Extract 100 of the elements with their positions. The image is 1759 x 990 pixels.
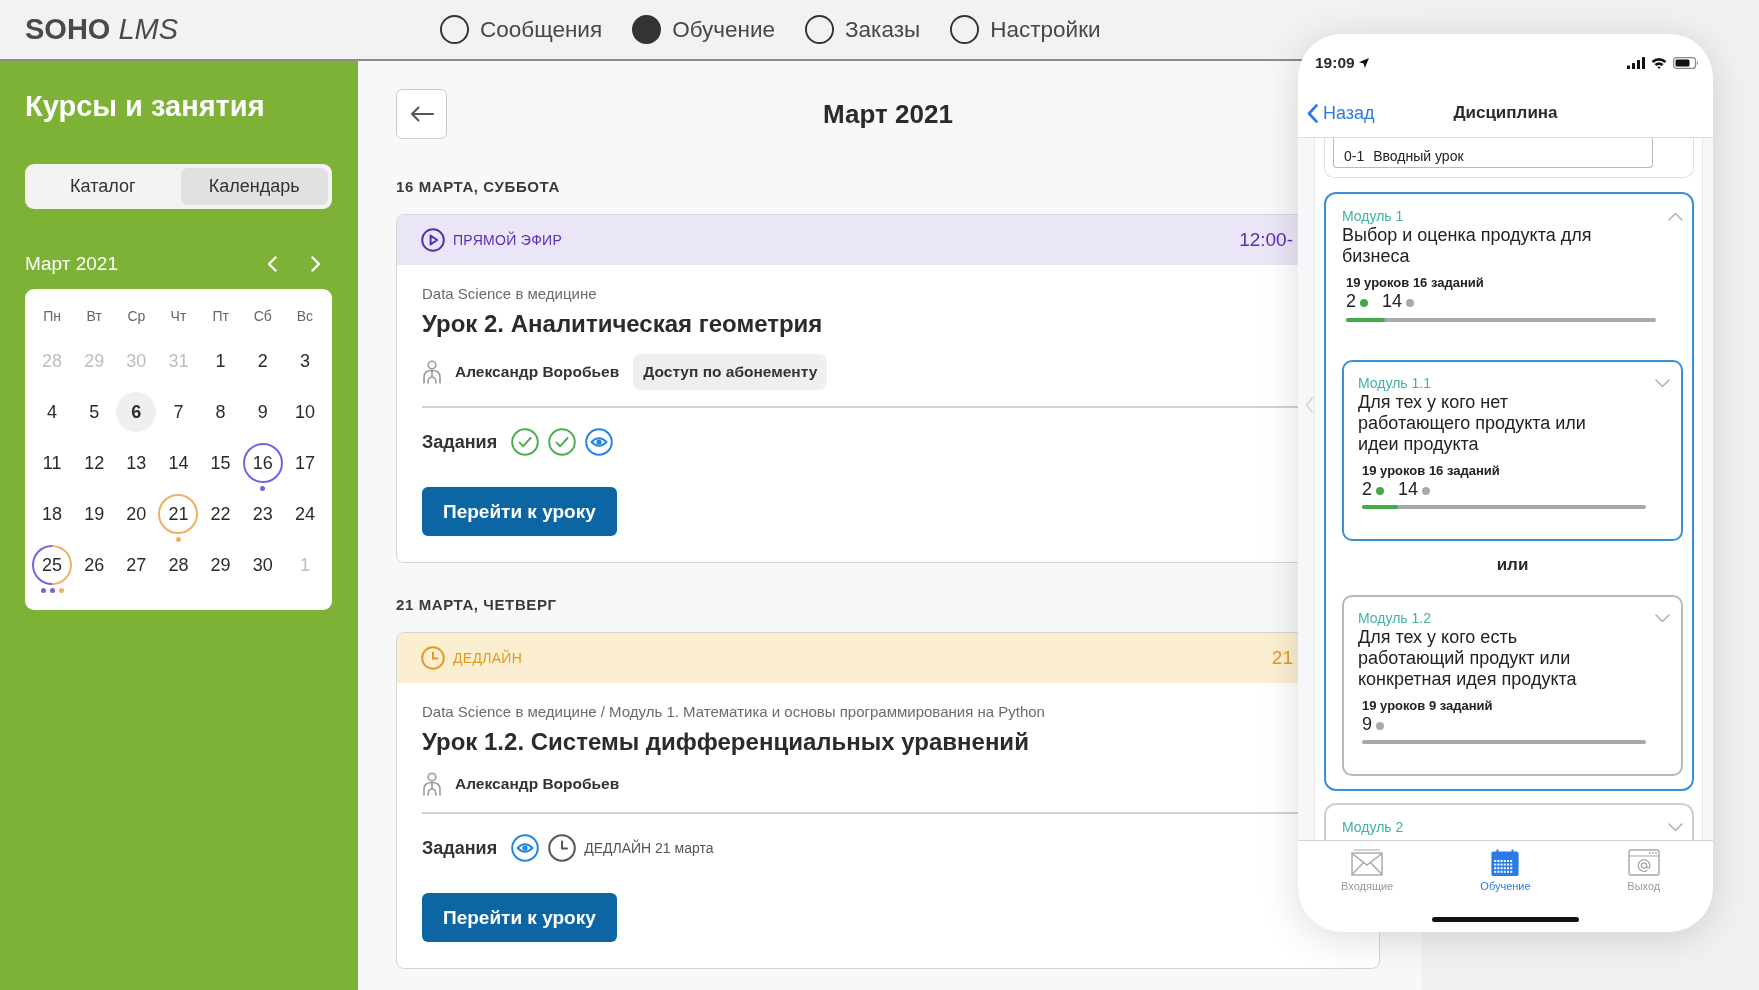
module-label: Модуль 1 [1342, 208, 1404, 224]
module-stats: 19 уроков 16 заданий [1346, 275, 1484, 291]
nav-tab[interactable]: Обучение [632, 15, 775, 44]
chevron-down-icon[interactable] [1655, 614, 1670, 623]
submodule-card[interactable]: Модуль 1.1 Для тех у кого нет работающего продукта или идеи продукта 19 уроков 16 заданий 2 14 [1342, 360, 1683, 541]
chevron-down-icon[interactable] [1668, 823, 1683, 832]
calendar-day[interactable]: 13 [116, 443, 157, 483]
event-time: 21 [1271, 647, 1293, 669]
module-title: Для тех у кого есть работающий продукт или конкретная идея продукта [1358, 627, 1578, 690]
chevron-down-icon[interactable] [1655, 379, 1670, 388]
lesson-title: Урок 1.2. Системы дифференциальных уравнений [422, 727, 1029, 757]
calendar-day[interactable]: 12 [74, 443, 115, 483]
course-path: Data Science в медицине / Модуль 1. Математика и основы программирования на Python [422, 703, 1045, 721]
calendar-day[interactable]: 24 [284, 494, 325, 534]
calendar-day[interactable]: 30 [242, 545, 283, 585]
lesson-title: Урок 2. Аналитическая геометрия [422, 309, 823, 339]
view-tab[interactable]: Календарь [180, 168, 328, 205]
calendar-day[interactable]: 21 [158, 494, 199, 534]
sidebar-title: Курсы и занятия [25, 89, 265, 123]
module-title: Для тех у кого нет работающего продукта или идеи продукта [1358, 392, 1587, 455]
calendar-day[interactable]: 15 [200, 443, 241, 483]
wifi-icon [1651, 56, 1667, 69]
nav-tab[interactable]: Сообщения [440, 15, 603, 44]
back-button[interactable] [396, 89, 447, 139]
location-arrow-icon [1358, 57, 1369, 68]
calendar-day[interactable]: 26 [74, 545, 115, 585]
teacher-name: Александр Воробьев [455, 363, 620, 381]
module-title: Выбор и оценка продукта для бизнеса [1342, 225, 1593, 267]
completed-count: 2 [1346, 290, 1356, 312]
module-stats: 19 уроков 9 заданий [1362, 698, 1493, 714]
lesson-row[interactable]: 0-1 Вводный урок [1333, 138, 1653, 168]
submodule-card[interactable]: Модуль 1.2 Для тех у кого есть работающий продукт или конкретная идея продукта 19 уроков 9 заданий 9 [1342, 595, 1683, 776]
weekday-label: Вт [86, 308, 102, 324]
signal-icon [1627, 56, 1645, 69]
event-time: 12:00- [1239, 229, 1293, 251]
at-window-icon [1627, 849, 1660, 876]
calendar-day[interactable]: 29 [200, 545, 241, 585]
date-heading: 16 МАРТА, СУББОТА [396, 178, 560, 195]
deadline-text: ДЕДЛАЙН 21 марта [584, 840, 714, 856]
calendar-day[interactable]: 7 [158, 392, 199, 432]
go-to-lesson-button[interactable]: Перейти к уроку [422, 893, 617, 942]
nav-tab[interactable]: Настройки [950, 15, 1101, 44]
envelope-icon [1351, 849, 1384, 876]
module-label: Модуль 1.1 [1358, 375, 1431, 391]
back-button[interactable]: Назад [1307, 102, 1375, 124]
calendar-day[interactable]: 16 [242, 443, 283, 483]
calendar-day[interactable]: 8 [200, 392, 241, 432]
person-icon [422, 360, 442, 384]
lesson-number: 0-1 [1344, 148, 1365, 164]
calendar-day[interactable]: 22 [200, 494, 241, 534]
remaining-count: 9 [1362, 713, 1372, 735]
calendar-day[interactable]: 17 [284, 443, 325, 483]
calendar-day[interactable]: 28 [158, 545, 199, 585]
view-tab[interactable]: Каталог [29, 168, 177, 205]
go-to-lesson-button[interactable]: Перейти к уроку [422, 487, 617, 536]
calendar-day[interactable]: 9 [242, 392, 283, 432]
chevron-left-icon[interactable] [1305, 396, 1314, 414]
weekday-label: Чт [170, 308, 187, 324]
event-type-label: ДЕДЛАЙН [453, 650, 523, 666]
calendar-day[interactable]: 1 [200, 341, 241, 381]
calendar-day[interactable]: 14 [158, 443, 199, 483]
tasks-label: Задания [422, 837, 498, 859]
weekday-label: Сб [253, 308, 272, 324]
module-card[interactable] [1324, 192, 1694, 791]
tasks-label: Задания [422, 431, 498, 453]
calendar-day[interactable]: 11 [32, 443, 73, 483]
calendar-day[interactable]: 23 [242, 494, 283, 534]
weekday-label: Пт [212, 308, 229, 324]
calendar-day[interactable]: 5 [74, 392, 115, 432]
module-label: Модуль 1.2 [1358, 610, 1431, 626]
course-path: Data Science в медицине [422, 285, 597, 303]
calendar-day[interactable]: 20 [116, 494, 157, 534]
chevron-left-icon [1307, 103, 1318, 123]
calendar-day[interactable]: 2 [242, 341, 283, 381]
teacher-name: Александр Воробьев [455, 775, 620, 793]
chevron-right-icon[interactable] [311, 256, 321, 272]
calendar-day[interactable]: 4 [32, 392, 73, 432]
or-separator: или [1496, 554, 1529, 575]
weekday-label: Пн [43, 308, 61, 324]
weekday-label: Ср [127, 308, 146, 324]
battery-icon [1673, 56, 1699, 69]
calendar-day[interactable]: 3 [284, 341, 325, 381]
tab-bar-item[interactable]: Обучение [1480, 849, 1531, 892]
calendar-day[interactable]: 19 [74, 494, 115, 534]
status-time: 19:09 [1315, 53, 1355, 72]
lesson-title: Вводный урок [1373, 148, 1464, 164]
chevron-up-icon[interactable] [1668, 212, 1683, 221]
access-tag: Доступ по абонементу [633, 354, 828, 390]
weekday-label: Вс [296, 308, 314, 324]
app-logo: SOHO LMS [25, 13, 179, 46]
completed-count: 2 [1362, 478, 1372, 500]
calendar-day[interactable]: 10 [284, 392, 325, 432]
calendar-day[interactable]: 18 [32, 494, 73, 534]
arrow-left-icon [409, 106, 434, 122]
calendar-icon [1489, 849, 1522, 876]
nav-tab[interactable]: Заказы [805, 15, 921, 44]
module-stats: 19 уроков 16 заданий [1362, 463, 1500, 479]
calendar-day[interactable]: 6 [116, 392, 157, 432]
month-label: Март 2021 [25, 253, 118, 275]
calendar-day[interactable]: 27 [116, 545, 157, 585]
